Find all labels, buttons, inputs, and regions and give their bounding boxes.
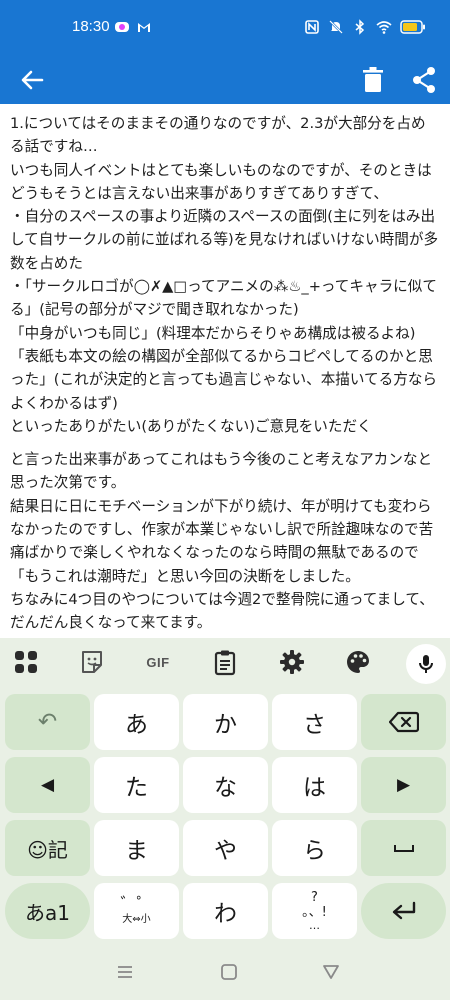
punctuation-top-label: ? [311,890,318,905]
recent-apps-icon[interactable] [114,961,136,983]
cursor-right-key[interactable]: ▶ [361,757,446,813]
space-key[interactable] [361,820,446,876]
back-triangle-icon[interactable] [320,961,342,983]
punctuation-dots-label: … [309,919,320,932]
key-ta-label: た [125,775,148,801]
key-a-label: あ [125,712,148,738]
apps-grid-icon[interactable] [12,648,40,676]
gif-icon[interactable]: GIF [140,648,176,676]
gif-label: GIF [146,654,170,670]
key-sa-label: さ [303,712,326,738]
key-ya[interactable]: や [183,820,268,876]
clipboard-icon[interactable] [211,648,239,676]
undo-key[interactable]: ↶ [5,694,90,750]
status-right-icons [304,19,426,35]
key-ha[interactable]: は [272,757,357,813]
settings-gear-icon[interactable] [278,648,306,676]
key-sa[interactable]: さ [272,694,357,750]
battery-icon [400,20,425,34]
key-ma-label: ま [125,838,148,864]
key-wa[interactable]: わ [183,883,268,939]
key-a[interactable]: あ [94,694,179,750]
key-ma[interactable]: ま [94,820,179,876]
bluetooth-icon [355,19,365,35]
sticker-icon[interactable] [78,648,106,676]
app-notification-icon [115,22,129,32]
key-ha-label: は [303,775,326,801]
theme-palette-icon[interactable] [344,648,372,676]
backspace-icon [388,711,419,733]
home-icon[interactable] [218,961,240,983]
emoji-symbol-key[interactable]: ☺記 [5,820,90,876]
microphone-button[interactable] [406,644,446,684]
undo-icon: ↶ [37,709,58,735]
punctuation-key[interactable]: ? 。、! … [272,883,357,939]
cursor-left-key[interactable]: ◀ [5,757,90,813]
space-icon [393,845,414,852]
cursor-right-icon: ▶ [396,775,411,795]
dakuten-bottom-label: 大⇔小 [122,914,151,925]
dakuten-key[interactable]: ゛゜ 大⇔小 [94,883,179,939]
delete-icon[interactable] [358,64,388,96]
note-paragraph-1[interactable]: 1.についてはそのままその通りなのですが、2.3が大部分を占める話ですね… いつ… [10,112,440,438]
note-paragraph-2[interactable]: と言った出来事があってこれはもう今後のこと考えなアカンなと思った次第です。 結果… [10,448,440,634]
enter-icon [392,901,415,920]
status-time: 18:30 [72,18,110,35]
key-wa-label: わ [214,901,237,927]
key-ka[interactable]: か [183,694,268,750]
gmail-icon [138,23,150,32]
input-mode-label: あa1 [25,900,70,925]
nfc-icon [305,20,319,34]
key-ra-label: ら [303,838,326,864]
key-ka-label: か [214,712,237,738]
wifi-icon [376,21,392,34]
key-ya-label: や [214,838,237,864]
key-ra[interactable]: ら [272,820,357,876]
backspace-key[interactable] [361,694,446,750]
status-bar: 18:30 [0,0,450,56]
system-nav-bar [0,943,450,1000]
key-ta[interactable]: た [94,757,179,813]
key-na-label: な [214,775,237,801]
mute-icon [329,20,343,34]
enter-key[interactable] [361,883,446,939]
key-na[interactable]: な [183,757,268,813]
input-mode-key[interactable]: あa1 [5,883,90,939]
dakuten-top-label: ゛゜ [120,894,153,913]
status-left-icons [114,19,152,35]
soft-keyboard: GIF ↶ あ か さ ◀ た な は ▶ ☺記 ま や ら あa1 ゛゜ 大⇔… [0,638,450,943]
keyboard-toolbar: GIF [0,638,450,686]
share-icon[interactable] [408,64,440,96]
punctuation-bottom-label: 。、! [302,905,327,920]
note-text-editor[interactable]: 1.についてはそのままその通りなのですが、2.3が大部分を占める話ですね… いつ… [0,104,450,638]
back-icon[interactable] [16,64,48,96]
app-bar [0,56,450,104]
cursor-left-icon: ◀ [40,775,55,795]
microphone-icon [419,655,433,673]
emoji-symbol-label: ☺記 [27,837,68,862]
